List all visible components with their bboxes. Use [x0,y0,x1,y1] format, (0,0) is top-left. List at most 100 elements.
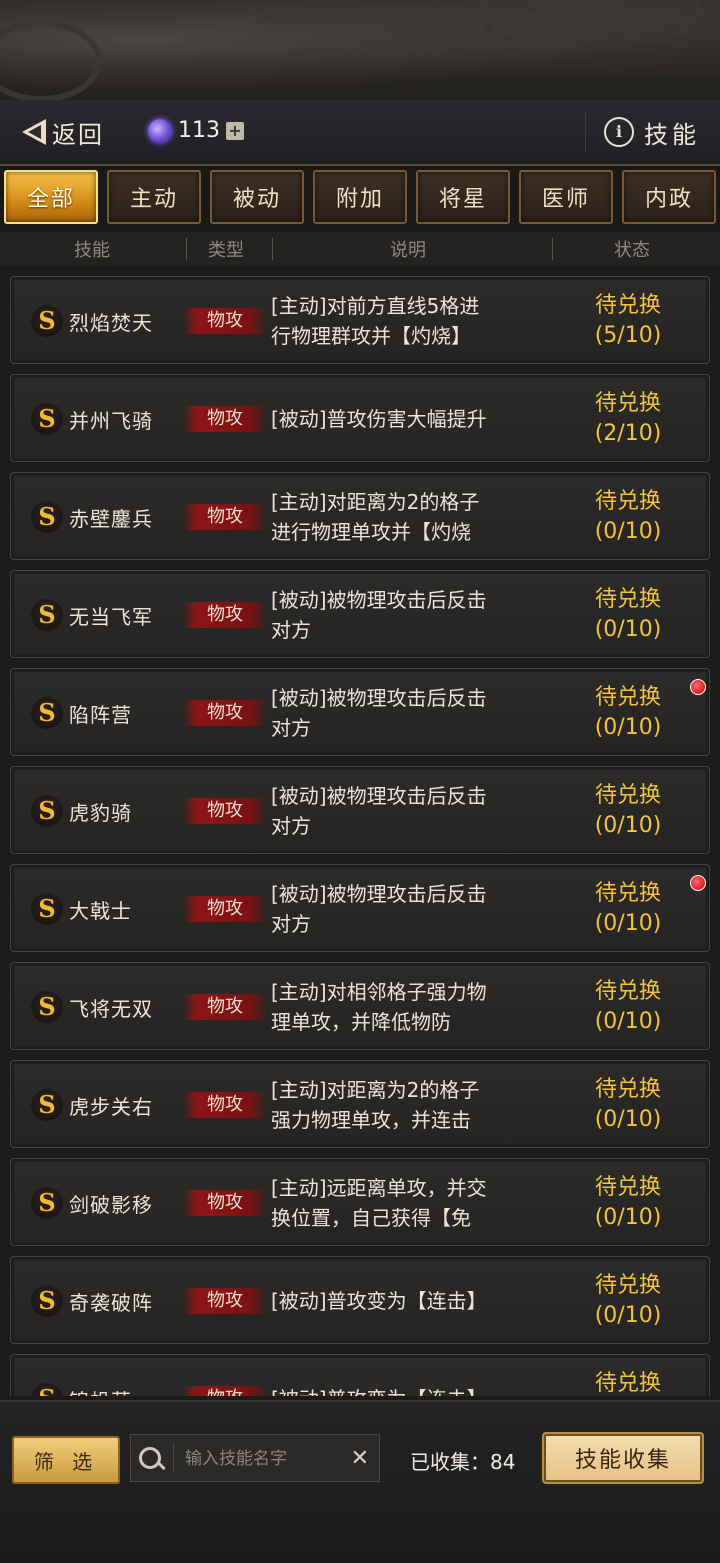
skill-description: [被动]被物理攻击后反击 对方 [271,784,487,838]
skill-type-badge: 物攻 [183,602,267,628]
skill-name: 大戟士 [69,899,132,923]
skill-name: 赤壁鏖兵 [69,507,153,531]
rank-s-icon: S [31,305,63,337]
skill-description: [被动]被物理攻击后反击 对方 [271,588,487,642]
rank-s-icon: S [31,795,63,827]
skill-status: 待兑换 (0/10) [594,881,662,936]
table-row[interactable]: S 并州飞骑 物攻 [被动]普攻伤害大幅提升 待兑换 (2/10) [10,374,710,462]
rank-s-icon: S [31,403,63,435]
skill-type-badge: 物攻 [183,700,267,726]
info-icon: i [604,117,634,147]
collected-count: 已收集：84 [410,1450,516,1474]
rank-s-icon: S [31,1383,63,1396]
skill-status: 待兑换 (0/10) [594,979,662,1034]
col-status: 状态 [614,240,650,261]
tab-general-star[interactable]: 将星 [416,170,510,224]
tab-all[interactable]: 全部 [4,170,98,224]
skill-type-badge: 物攻 [183,798,267,824]
table-row[interactable]: S 烈焰焚天 物攻 [主动]对前方直线5格进 行物理群攻并【灼烧】 待兑换 (5/1… [10,276,710,364]
top-bar: 返回 113 + i 技能 [0,100,720,166]
skill-description: [被动]普攻伤害大幅提升 [271,407,487,431]
red-dot-notification-icon [690,679,706,695]
add-gem-icon[interactable]: + [226,121,244,140]
skill-status: 待兑换 (2/10) [594,391,662,446]
skill-type-badge: 物攻 [183,994,267,1020]
top-artwork [0,0,720,102]
filter-button[interactable]: 筛 选 [12,1436,120,1484]
skill-name: 虎豹骑 [69,801,132,825]
skill-status: 待兑换 (0/10) [594,1077,662,1132]
skill-description: [主动]对距离为2的格子 强力物理单攻，并连击 [271,1078,480,1132]
skill-collection-button[interactable]: 技能收集 [542,1432,704,1484]
skill-description: [被动]普攻变为【连击】 [271,1289,487,1313]
skill-description: [主动]对距离为2的格子 进行物理单攻并【灼烧 [271,490,480,544]
table-row[interactable]: S 虎步关右 物攻 [主动]对距离为2的格子 强力物理单攻，并连击 待兑换 (0/1… [10,1060,710,1148]
skill-status: 待兑换 (5/10) [594,293,662,348]
rank-s-icon: S [31,1089,63,1121]
back-button[interactable]: 返回 [22,114,104,150]
decorative-swirl [480,0,612,52]
table-row[interactable]: S 无当飞军 物攻 [被动]被物理攻击后反击 对方 待兑换 (0/10) [10,570,710,658]
back-arrow-icon [22,119,46,145]
skill-type-badge: 物攻 [183,406,267,432]
skill-name: 剑破影移 [69,1193,153,1217]
rank-s-icon: S [31,501,63,533]
skill-type-badge: 物攻 [183,1386,267,1396]
skill-name: 虎步关右 [69,1095,153,1119]
col-skill: 技能 [74,240,110,261]
table-row[interactable]: S 陷阵营 物攻 [被动]被物理攻击后反击 对方 待兑换 (0/10) [10,668,710,756]
category-tabs: 全部 主动 被动 附加 将星 医师 内政 [0,166,720,232]
skill-list[interactable]: S 烈焰焚天 物攻 [主动]对前方直线5格进 行物理群攻并【灼烧】 待兑换 (5/1… [0,270,720,1396]
table-row[interactable]: S 虎豹骑 物攻 [被动]被物理攻击后反击 对方 待兑换 (0/10) [10,766,710,854]
bottom-bar: 筛 选 ✕ 已收集：84 技能收集 [0,1400,720,1563]
table-row[interactable]: S 奇袭破阵 物攻 [被动]普攻变为【连击】 待兑换 (0/10) [10,1256,710,1344]
skill-name: 奇袭破阵 [69,1291,153,1315]
gem-currency: 113 + [148,118,244,143]
table-row[interactable]: S 锦帆营 物攻 [被动]普攻变为【连击】 待兑换 [10,1354,710,1396]
skill-name: 并州飞骑 [69,409,153,433]
skill-name: 锦帆营 [69,1385,132,1396]
skill-description: [主动]远距离单攻，并交 换位置，自己获得【免 [271,1176,487,1230]
back-label: 返回 [52,120,104,149]
skill-status: 待兑换 (0/10) [594,1175,662,1230]
skill-name: 无当飞军 [69,605,153,629]
tab-passive[interactable]: 被动 [210,170,304,224]
tab-active[interactable]: 主动 [107,170,201,224]
rank-s-icon: S [31,893,63,925]
gem-icon [148,118,172,143]
skill-type-badge: 物攻 [183,504,267,530]
skill-type-badge: 物攻 [183,896,267,922]
clear-search-icon[interactable]: ✕ [351,1446,369,1471]
skill-status: 待兑换 (0/10) [594,587,662,642]
skill-info-button[interactable]: i 技能 [585,112,700,152]
tab-extra[interactable]: 附加 [313,170,407,224]
rank-s-icon: S [31,991,63,1023]
skill-type-badge: 物攻 [183,1288,267,1314]
table-row[interactable]: S 飞将无双 物攻 [主动]对相邻格子强力物 理单攻，并降低物防 待兑换 (0/10… [10,962,710,1050]
gem-count: 113 [178,118,220,143]
rank-s-icon: S [31,1187,63,1219]
skill-type-badge: 物攻 [183,1190,267,1216]
skill-name: 陷阵营 [69,703,132,727]
skill-name: 烈焰焚天 [69,311,153,335]
table-row[interactable]: S 剑破影移 物攻 [主动]远距离单攻，并交 换位置，自己获得【免 待兑换 (0/1… [10,1158,710,1246]
search-input[interactable] [183,1441,347,1477]
search-icon[interactable] [139,1447,161,1469]
skill-description: [被动]普攻变为【连击】 [271,1384,561,1396]
tab-physician[interactable]: 医师 [519,170,613,224]
skill-status: 待兑换 (0/10) [594,489,662,544]
table-row[interactable]: S 赤壁鏖兵 物攻 [主动]对距离为2的格子 进行物理单攻并【灼烧 待兑换 (0/1… [10,472,710,560]
decorative-swirl [600,0,702,42]
skill-status: 待兑换 (0/10) [594,1273,662,1328]
rank-s-icon: S [31,599,63,631]
table-row[interactable]: S 大戟士 物攻 [被动]被物理攻击后反击 对方 待兑换 (0/10) [10,864,710,952]
skill-type-badge: 物攻 [183,1092,267,1118]
skill-name: 飞将无双 [69,997,153,1021]
search-box: ✕ [130,1434,380,1482]
skill-description: [主动]对前方直线5格进 行物理群攻并【灼烧】 [271,294,480,348]
column-header: 技能 类型 说明 状态 [0,232,720,266]
skill-description: [被动]被物理攻击后反击 对方 [271,686,487,740]
rank-s-icon: S [31,1285,63,1317]
skill-description: [被动]被物理攻击后反击 对方 [271,882,487,936]
tab-internal-affairs[interactable]: 内政 [622,170,716,224]
